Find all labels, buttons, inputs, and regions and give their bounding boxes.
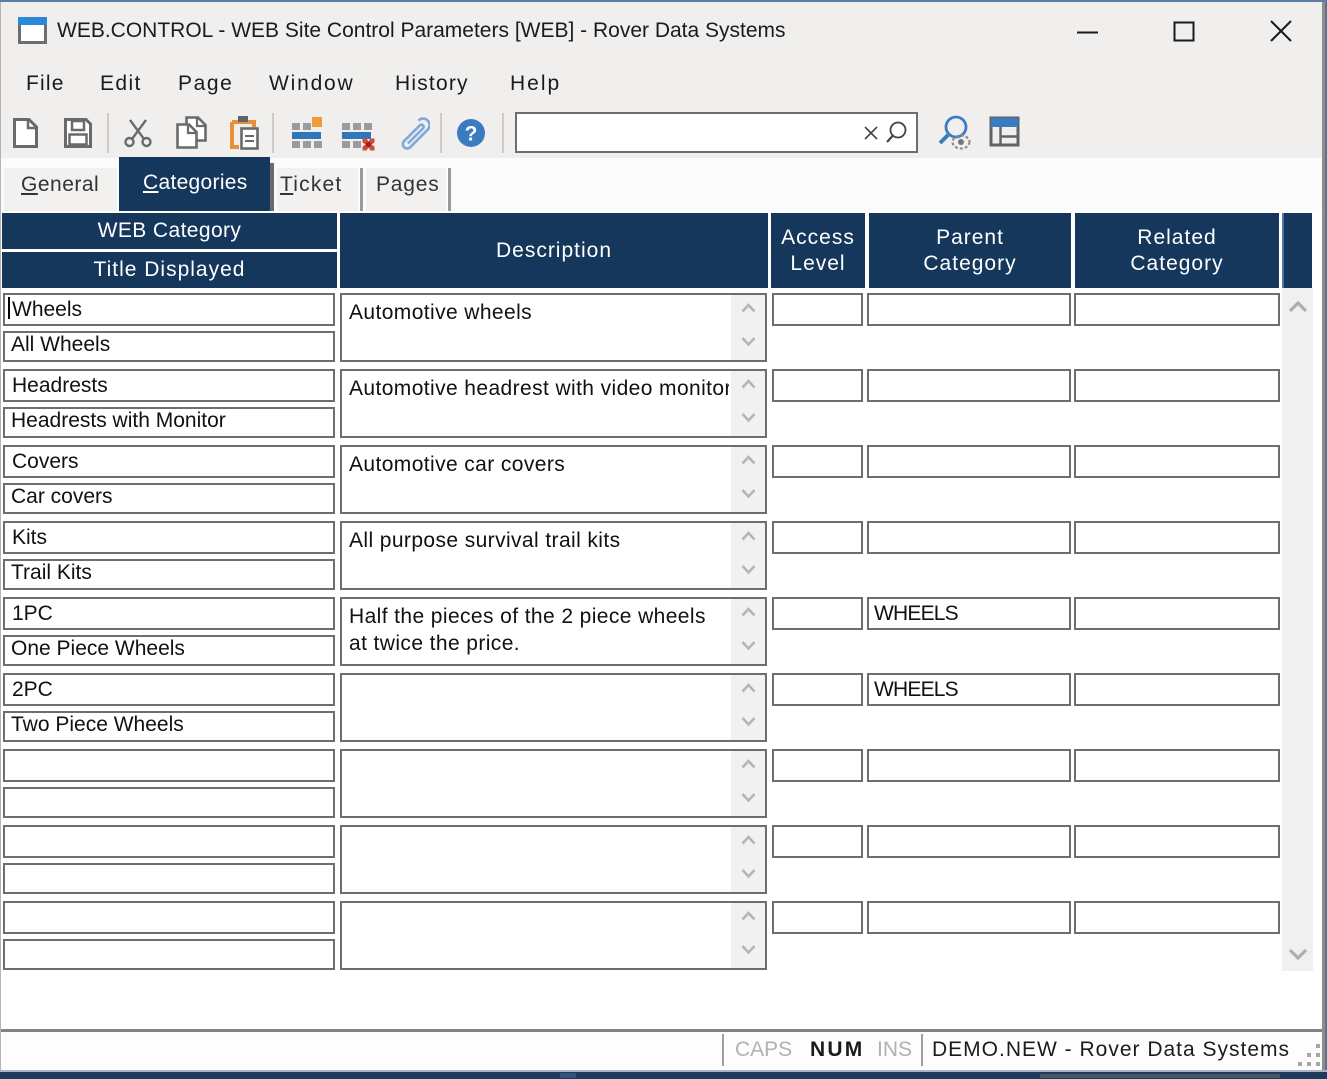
svg-text:?: ? [465,123,478,146]
